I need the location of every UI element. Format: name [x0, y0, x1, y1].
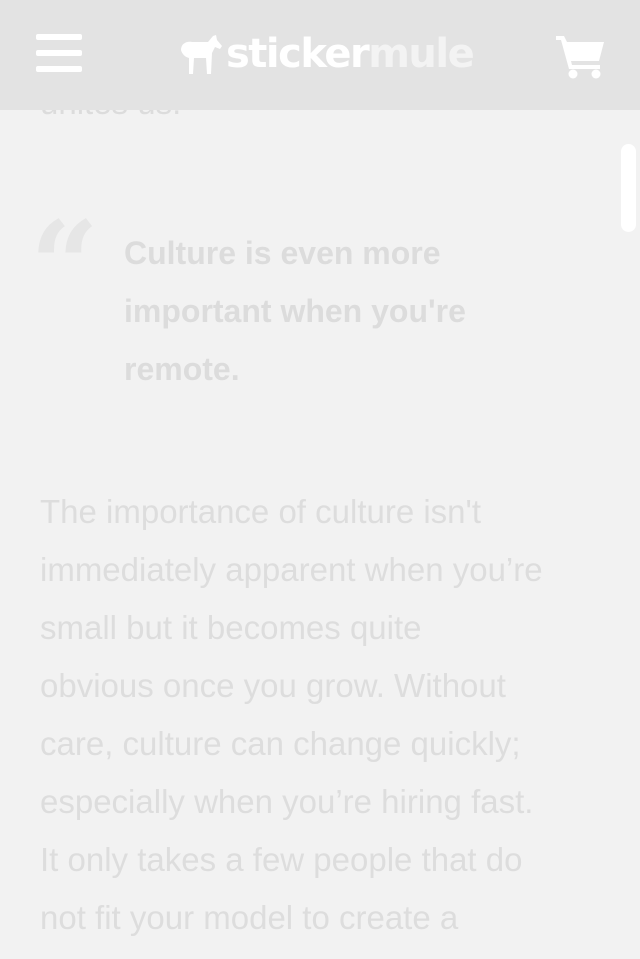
site-header: stickermule: [0, 0, 640, 110]
paragraph-line: care, culture can change quickly;: [40, 725, 521, 762]
logo-text-sticker: sticker: [226, 31, 370, 77]
logo-text-mule: mule: [368, 31, 475, 77]
paragraph-line: immediately apparent when you’re: [40, 551, 543, 588]
stickermule-logo[interactable]: stickermule: [178, 26, 475, 82]
quote-mark-icon: “: [30, 195, 100, 336]
article-content: unites us. “ Culture is even more import…: [0, 0, 640, 959]
paragraph-line: especially when you’re hiring fast.: [40, 783, 534, 820]
paragraph-line: It only takes a few people that do: [40, 841, 523, 878]
page: unites us. “ Culture is even more import…: [0, 0, 640, 959]
scrollbar-thumb[interactable]: [621, 144, 636, 232]
paragraph-line: not fit your model to create a: [40, 899, 459, 936]
article-paragraph: The importance of culture isn't immediat…: [40, 483, 615, 947]
mule-logo-icon: [181, 35, 222, 74]
shopping-cart-icon[interactable]: [556, 34, 606, 80]
paragraph-line: The importance of culture isn't: [40, 493, 482, 530]
pull-quote: Culture is even more important when you'…: [124, 235, 466, 387]
hamburger-menu-icon[interactable]: [36, 32, 82, 74]
paragraph-line: obvious once you grow. Without: [40, 667, 506, 704]
paragraph-line: small but it becomes quite: [40, 609, 422, 646]
